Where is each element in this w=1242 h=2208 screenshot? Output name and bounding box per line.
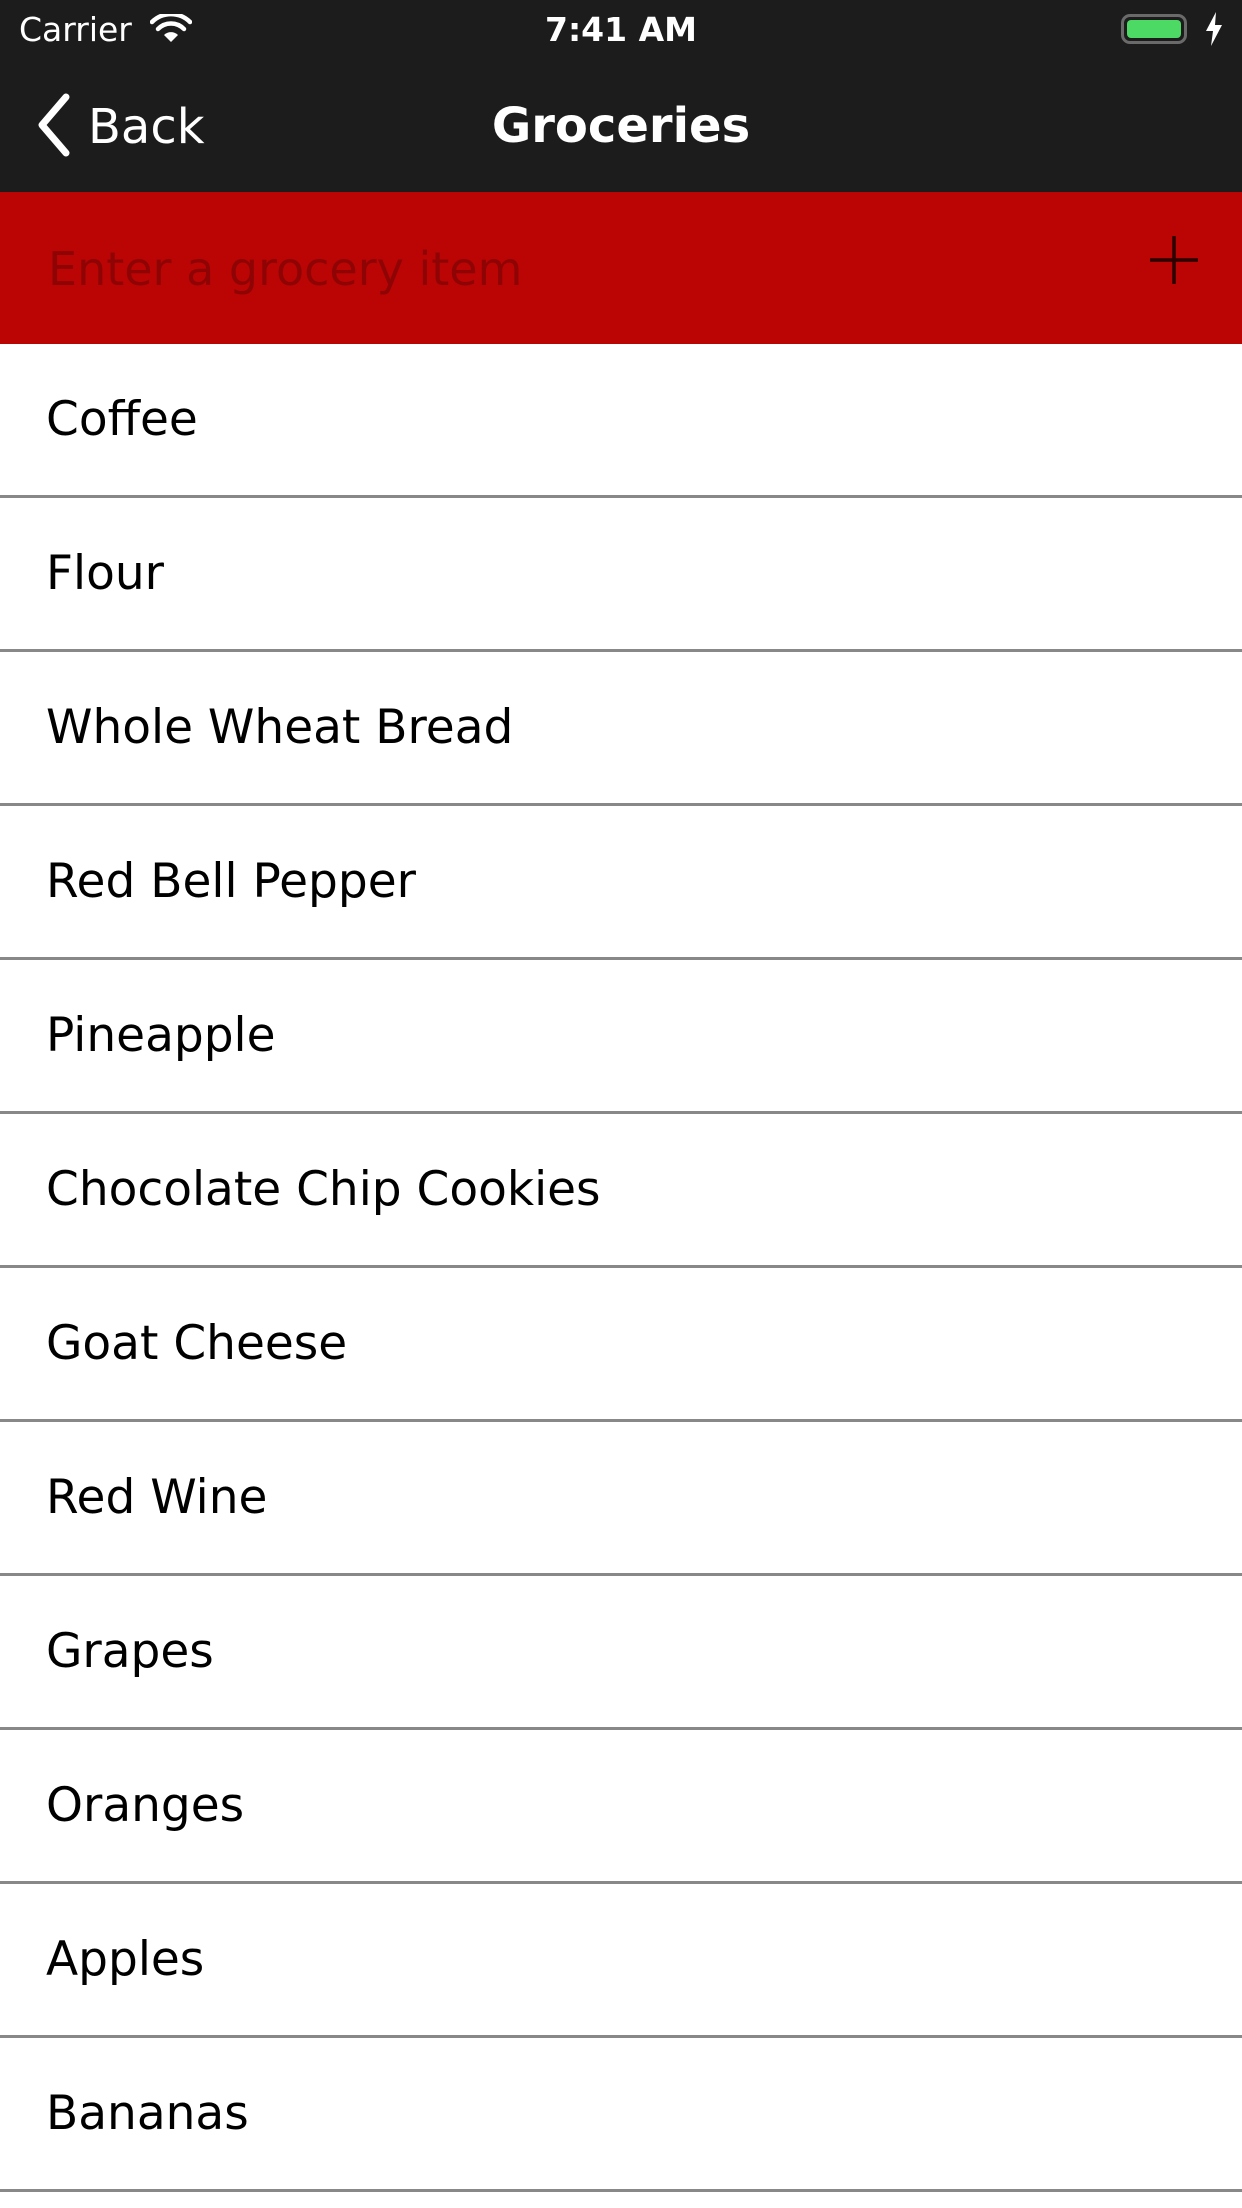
- status-bar: Carrier 7:41 AM: [0, 0, 1242, 60]
- page-title: Groceries: [491, 98, 751, 154]
- list-item-label: Coffee: [46, 392, 198, 447]
- list-item-label: Red Bell Pepper: [46, 854, 416, 909]
- list-item-label: Grapes: [46, 1624, 214, 1679]
- list-item[interactable]: Oranges: [0, 1730, 1242, 1884]
- list-item-label: Red Wine: [46, 1470, 268, 1525]
- list-item[interactable]: Pineapple: [0, 960, 1242, 1114]
- add-item-button[interactable]: [1144, 230, 1204, 290]
- list-item-label: Pineapple: [46, 1008, 276, 1063]
- list-item[interactable]: Goat Cheese: [0, 1268, 1242, 1422]
- clock: 7:41 AM: [545, 10, 697, 49]
- list-item-label: Whole Wheat Bread: [46, 700, 514, 755]
- list-item-label: Chocolate Chip Cookies: [46, 1162, 601, 1217]
- plus-icon: [1150, 236, 1198, 284]
- list-item-label: Goat Cheese: [46, 1316, 348, 1371]
- list-item[interactable]: Grapes: [0, 1576, 1242, 1730]
- grocery-item-input[interactable]: [46, 228, 1100, 310]
- list-item-label: Oranges: [46, 1778, 245, 1833]
- charging-bolt-icon: [1204, 12, 1224, 50]
- list-item[interactable]: Red Bell Pepper: [0, 806, 1242, 960]
- grocery-list: Coffee Flour Whole Wheat Bread Red Bell …: [0, 344, 1242, 2192]
- list-item-label: Flour: [46, 546, 164, 601]
- add-item-bar: [0, 192, 1242, 344]
- list-item-label: Bananas: [46, 2086, 249, 2141]
- list-item[interactable]: Flour: [0, 498, 1242, 652]
- list-item[interactable]: Bananas: [0, 2038, 1242, 2192]
- list-item[interactable]: Chocolate Chip Cookies: [0, 1114, 1242, 1268]
- list-item[interactable]: Red Wine: [0, 1422, 1242, 1576]
- list-item[interactable]: Apples: [0, 1884, 1242, 2038]
- list-item[interactable]: Coffee: [0, 344, 1242, 498]
- battery-icon: [1121, 14, 1187, 44]
- list-item-label: Apples: [46, 1932, 205, 1987]
- navigation-bar: Back Groceries: [0, 60, 1242, 192]
- list-item[interactable]: Whole Wheat Bread: [0, 652, 1242, 806]
